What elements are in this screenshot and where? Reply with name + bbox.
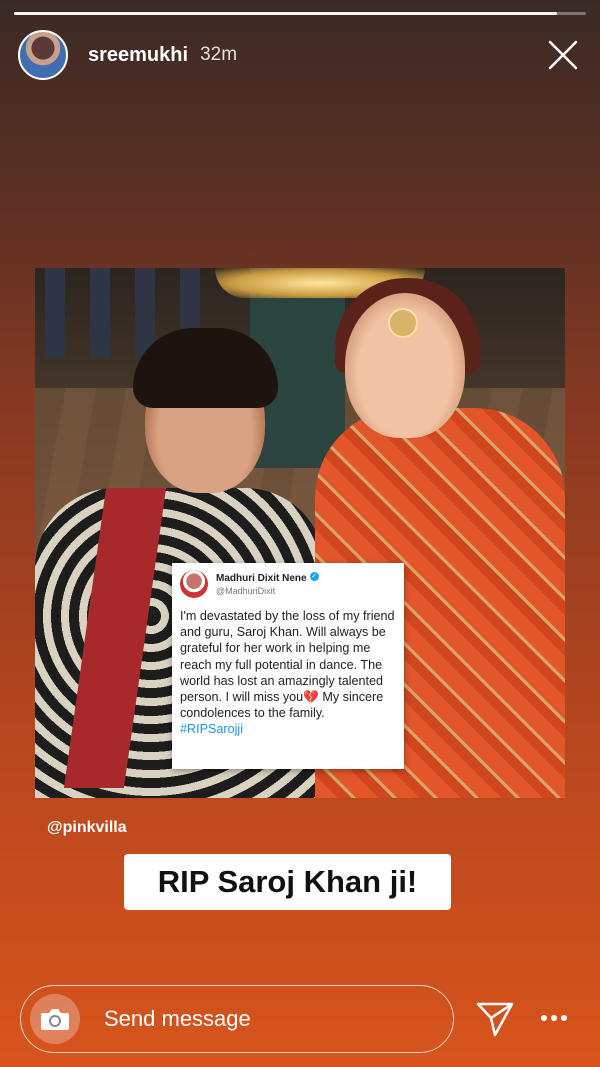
tweet-header: Madhuri Dixit Nene ✓ @MadhuriDixit bbox=[180, 570, 396, 598]
mention-sticker[interactable]: @pinkvilla bbox=[47, 819, 127, 837]
send-button[interactable] bbox=[475, 999, 515, 1039]
verified-badge-icon: ✓ bbox=[309, 572, 319, 582]
story-timestamp: 32m bbox=[200, 44, 238, 65]
close-button[interactable] bbox=[546, 38, 580, 72]
tweet-author: Madhuri Dixit Nene ✓ @MadhuriDixit bbox=[216, 571, 319, 597]
more-icon bbox=[541, 1015, 567, 1021]
tweet-hashtag: #RIPSarojji bbox=[180, 722, 243, 737]
photo-maang-tikka bbox=[388, 308, 418, 338]
tweet-card: Madhuri Dixit Nene ✓ @MadhuriDixit I'm de… bbox=[172, 563, 404, 769]
username[interactable]: sreemukhi bbox=[88, 44, 188, 67]
camera-icon bbox=[41, 1009, 69, 1030]
tweet-author-handle: @MadhuriDixit bbox=[216, 586, 276, 596]
avatar[interactable] bbox=[18, 30, 68, 80]
send-message-placeholder: Send message bbox=[104, 1006, 251, 1031]
more-options-button[interactable] bbox=[533, 1003, 575, 1033]
camera-button[interactable] bbox=[30, 994, 80, 1044]
text-sticker: RIP Saroj Khan ji! bbox=[124, 854, 451, 910]
story-progress-fill bbox=[14, 12, 558, 15]
reply-bar: Send message bbox=[0, 985, 600, 1055]
tweet-avatar bbox=[180, 570, 208, 598]
send-icon bbox=[476, 1002, 514, 1037]
story-progress-bar bbox=[14, 12, 586, 15]
close-icon bbox=[548, 40, 578, 70]
tweet-author-name: Madhuri Dixit Nene bbox=[216, 573, 307, 584]
photo-person-left-hair bbox=[133, 328, 278, 408]
tweet-text: I'm devastated by the loss of my friend … bbox=[180, 609, 395, 721]
send-message-input[interactable]: Send message bbox=[20, 985, 454, 1053]
story-header: sreemukhi 32m bbox=[18, 28, 584, 82]
